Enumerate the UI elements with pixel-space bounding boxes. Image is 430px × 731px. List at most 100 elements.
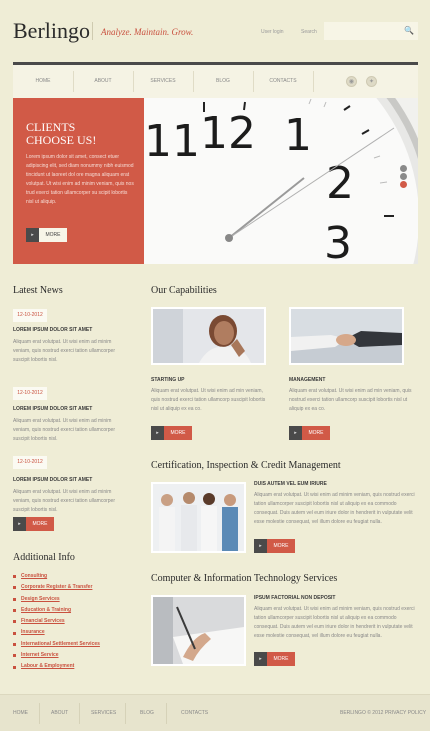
footer-link-about[interactable]: About <box>51 710 68 716</box>
hero-more-button[interactable]: ▸ More <box>26 228 67 242</box>
capability-more-button[interactable]: ▸ More <box>289 426 330 440</box>
clock-numeral: 11 <box>144 116 200 167</box>
list-item[interactable]: International Settlement Services <box>13 639 133 650</box>
search-label: Search <box>301 29 317 35</box>
clock-image: 11 12 1 2 3 <box>144 98 418 264</box>
info-link[interactable]: Education & Training <box>21 605 71 616</box>
arrow-icon: ▸ <box>151 426 164 440</box>
bullet-icon <box>13 609 16 613</box>
list-item[interactable]: Consulting <box>13 571 133 582</box>
hero-panel: CLIENTS CHOOSE US! Lorem ipsum dolor sit… <box>13 98 144 264</box>
computer-more-button[interactable]: ▸ More <box>254 652 295 666</box>
arrow-icon: ▸ <box>254 539 267 553</box>
list-item[interactable]: Insurance <box>13 627 133 638</box>
info-link[interactable]: Consulting <box>21 571 47 582</box>
hero-text: Lorem ipsum dolor sit amet, consect etue… <box>26 154 134 205</box>
list-item[interactable]: Labour & Employment <box>13 661 133 672</box>
news-date: 12-10-2012 <box>13 387 47 400</box>
info-link[interactable]: Design Services <box>21 594 60 605</box>
certification-more-button[interactable]: ▸ More <box>254 539 295 553</box>
capability-text: Aliquam erat volutpat. Ut wisi enim ad m… <box>151 388 266 412</box>
button-label: More <box>267 539 295 553</box>
bullet-icon <box>13 597 16 601</box>
info-link[interactable]: Financial Services <box>21 616 65 627</box>
businesswoman-photo <box>151 307 266 365</box>
photo-illustration <box>153 484 244 551</box>
search-icon[interactable]: 🔍 <box>403 25 415 37</box>
footer-separator <box>166 703 167 724</box>
news-title[interactable]: Lorem ipsum dolor sit amet <box>13 327 92 333</box>
latest-news-heading: Latest News <box>13 285 63 296</box>
bullet-icon <box>13 575 16 579</box>
photo-illustration <box>153 309 264 363</box>
section-subtitle: Ipsum factorial non deposit <box>254 595 336 601</box>
nav-separator <box>313 71 314 92</box>
capability-title: Management <box>289 377 326 383</box>
writing-photo <box>151 595 246 666</box>
list-item[interactable]: Corporate Register & Transfer <box>13 582 133 593</box>
nav-item-home[interactable]: Home <box>13 65 73 98</box>
additional-info-list: Consulting Corporate Register & Transfer… <box>13 571 133 673</box>
hero-title: CLIENTS CHOOSE US! <box>26 121 96 147</box>
clock-numeral: 12 <box>200 108 256 159</box>
button-label: More <box>267 652 295 666</box>
list-item[interactable]: Design Services <box>13 594 133 605</box>
list-item[interactable]: Education & Training <box>13 605 133 616</box>
arrow-icon: ▸ <box>254 652 267 666</box>
twitter-icon[interactable]: ✦ <box>366 76 377 87</box>
user-login-link[interactable]: User login <box>261 29 284 35</box>
news-title[interactable]: Lorem ipsum dolor sit amet <box>13 406 92 412</box>
info-link[interactable]: Labour & Employment <box>21 661 74 672</box>
bullet-icon <box>13 586 16 590</box>
section-text: Aliquam erat volutpat. Ut wisi enim ad m… <box>254 492 415 525</box>
nav-item-contacts[interactable]: Contacts <box>253 65 313 98</box>
hero-title-line: CHOOSE US! <box>26 133 97 147</box>
footer: Home About Services Blog Contacts BERLIN… <box>0 694 430 731</box>
computer-services-heading: Computer & Information Technology Servic… <box>151 573 338 584</box>
slider-dot[interactable] <box>400 173 407 180</box>
logo-divider <box>92 22 93 40</box>
news-date: 12-10-2012 <box>13 309 47 322</box>
button-label: More <box>302 426 330 440</box>
footer-link-home[interactable]: Home <box>13 710 28 716</box>
button-label: More <box>39 228 67 242</box>
certification-heading: Certification, Inspection & Credit Manag… <box>151 460 341 471</box>
news-text: Aliquam erat volutpat. Ut wisi enim ad m… <box>13 418 115 442</box>
info-link[interactable]: Corporate Register & Transfer <box>21 582 92 593</box>
tagline: Analyze. Maintain. Grow. <box>101 27 194 37</box>
bullet-icon <box>13 642 16 646</box>
footer-separator <box>125 703 126 724</box>
bullet-icon <box>13 631 16 635</box>
capability-text: Aliquam erat volutpat. Ut wisi enim ad m… <box>289 388 412 412</box>
arrow-icon: ▸ <box>13 517 26 531</box>
handshake-photo <box>289 307 404 365</box>
capability-more-button[interactable]: ▸ More <box>151 426 192 440</box>
news-title[interactable]: Lorem ipsum dolor sit amet <box>13 477 92 483</box>
list-item[interactable]: Internet Service <box>13 650 133 661</box>
footer-link-contacts[interactable]: Contacts <box>181 710 208 716</box>
arrow-icon: ▸ <box>26 228 39 242</box>
bullet-icon <box>13 654 16 658</box>
clock-numeral: 2 <box>326 158 354 209</box>
slider-dot[interactable] <box>400 165 407 172</box>
footer-link-blog[interactable]: Blog <box>140 710 154 716</box>
team-photo <box>151 482 246 553</box>
header: Berlingo Analyze. Maintain. Grow. User l… <box>0 0 430 62</box>
nav-item-services[interactable]: Services <box>133 65 193 98</box>
list-item[interactable]: Financial Services <box>13 616 133 627</box>
nav-item-about[interactable]: About <box>73 65 133 98</box>
info-link[interactable]: Internet Service <box>21 650 59 661</box>
info-link[interactable]: Insurance <box>21 627 45 638</box>
additional-info-heading: Additional Info <box>13 552 75 563</box>
slider-dot-active[interactable] <box>400 181 407 188</box>
logo[interactable]: Berlingo <box>13 18 90 44</box>
info-link[interactable]: International Settlement Services <box>21 639 100 650</box>
copyright[interactable]: BERLINGO © 2012 PRIVACY POLICY <box>340 710 426 716</box>
nav-item-blog[interactable]: Blog <box>193 65 253 98</box>
section-text: Aliquam erat volutpat. Ut wisi enim ad m… <box>254 606 415 639</box>
rss-icon[interactable]: ◉ <box>346 76 357 87</box>
bullet-icon <box>13 665 16 669</box>
news-more-button[interactable]: ▸ More <box>13 517 54 531</box>
footer-link-services[interactable]: Services <box>91 710 116 716</box>
clock-numeral: 1 <box>284 110 312 161</box>
